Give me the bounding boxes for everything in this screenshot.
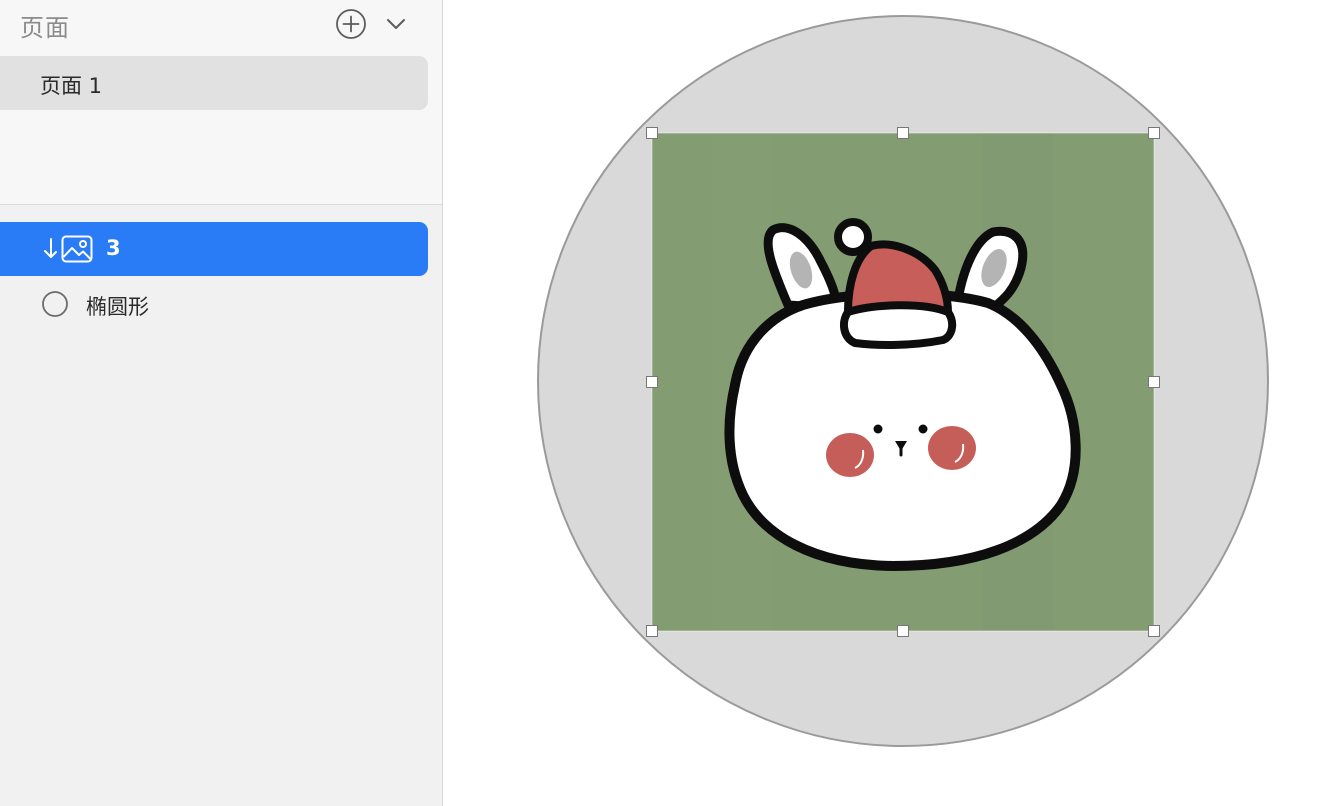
layer-label-oval: 椭圆形 <box>86 295 149 319</box>
add-page-button[interactable] <box>335 8 367 40</box>
layer-item-oval[interactable]: 椭圆形 <box>0 277 428 331</box>
resize-handle-left[interactable] <box>646 376 658 388</box>
collapse-pages-button[interactable] <box>382 10 410 38</box>
hat-brim <box>839 301 957 349</box>
resize-handle-top-right[interactable] <box>1148 127 1160 139</box>
resize-handle-bottom-right[interactable] <box>1148 625 1160 637</box>
mask-arrow-icon <box>44 238 57 258</box>
resize-handle-right[interactable] <box>1148 376 1160 388</box>
image-icon <box>61 235 93 263</box>
oval-icon <box>42 291 68 317</box>
bunny-left-cheek <box>826 433 874 477</box>
image-layer-picture[interactable] <box>652 133 1154 631</box>
layer-label-image: 3 <box>106 236 121 260</box>
resize-handle-top[interactable] <box>897 127 909 139</box>
pages-panel: 页面 页面 1 <box>0 0 442 205</box>
app-window: 页面 页面 1 3 椭圆形 <box>0 0 1342 806</box>
page-item-1[interactable]: 页面 1 <box>0 56 428 110</box>
plus-circle-icon <box>336 9 366 39</box>
layer-item-image[interactable]: 3 <box>0 222 428 276</box>
resize-handle-bottom[interactable] <box>897 625 909 637</box>
chevron-down-icon <box>387 19 405 29</box>
canvas[interactable] <box>443 0 1342 806</box>
resize-handle-bottom-left[interactable] <box>646 625 658 637</box>
pages-header-title: 页面 <box>20 14 70 42</box>
canvas-artwork <box>537 15 1269 747</box>
resize-handle-top-left[interactable] <box>646 127 658 139</box>
sidebar: 页面 页面 1 3 椭圆形 <box>0 0 443 806</box>
bunny-right-cheek <box>928 426 976 470</box>
page-item-label: 页面 1 <box>40 74 103 98</box>
